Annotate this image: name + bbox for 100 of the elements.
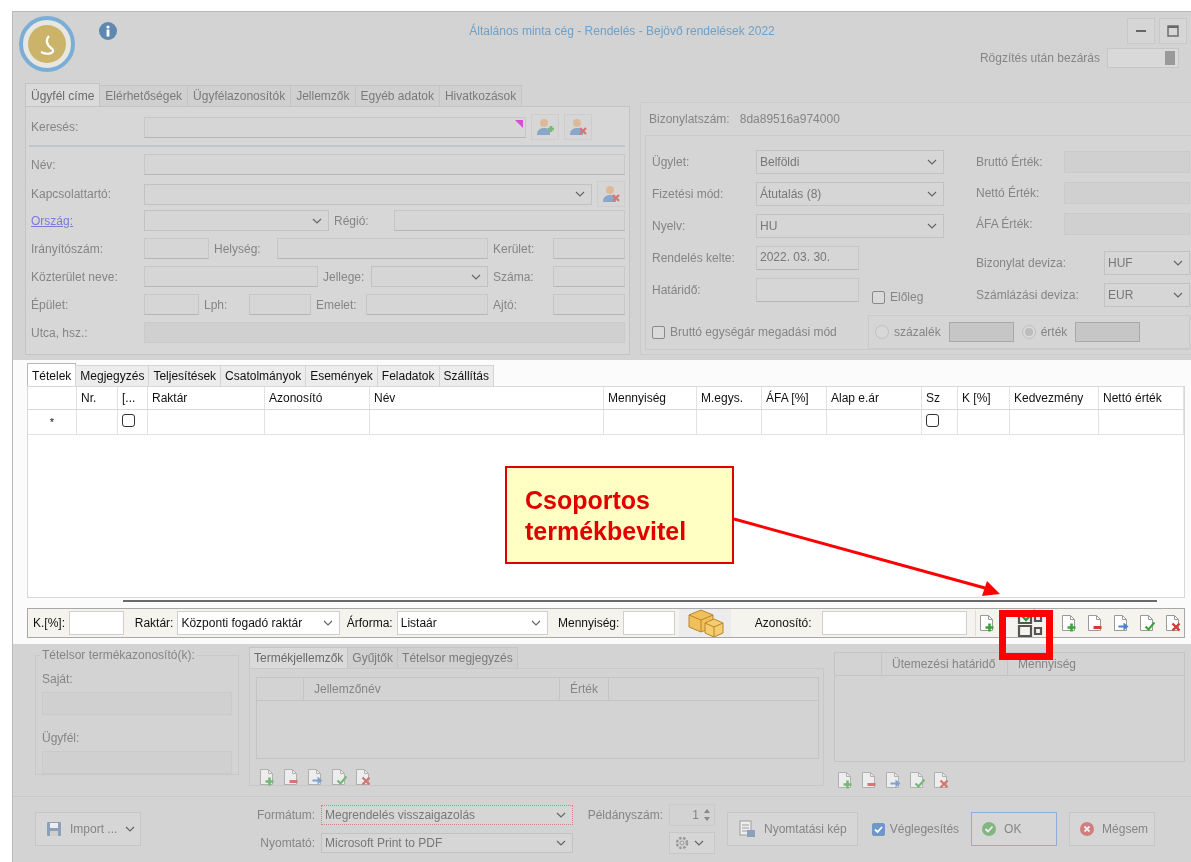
dropdown[interactable] bbox=[371, 266, 488, 288]
remove-customer-button[interactable] bbox=[564, 114, 592, 141]
checkbox[interactable] bbox=[872, 290, 885, 304]
date-field[interactable] bbox=[756, 278, 859, 303]
tab[interactable]: Tételsor megjegyzés bbox=[397, 646, 518, 668]
input-field[interactable] bbox=[553, 294, 625, 316]
price-form-dropdown[interactable]: Listaár bbox=[396, 611, 548, 636]
search-field[interactable] bbox=[144, 116, 526, 138]
input-field[interactable] bbox=[144, 266, 318, 288]
minimize-button[interactable] bbox=[1127, 18, 1155, 44]
checkbox[interactable] bbox=[926, 414, 939, 428]
tab[interactable]: Termékjellemzők bbox=[249, 646, 349, 668]
column-header[interactable]: Raktár bbox=[147, 387, 265, 410]
column-header[interactable]: [... bbox=[117, 387, 148, 410]
column-header[interactable]: Sz bbox=[921, 387, 958, 410]
column-header[interactable]: K [%] bbox=[957, 387, 1010, 410]
field-label: Raktár: bbox=[134, 616, 174, 631]
field-label: Példányszám: bbox=[586, 808, 663, 823]
date-field[interactable]: 2022. 03. 30. bbox=[756, 246, 859, 271]
field-label: Épület: bbox=[31, 297, 70, 312]
country-link[interactable]: Ország: bbox=[31, 213, 139, 228]
table-cell bbox=[761, 409, 827, 435]
tab[interactable]: Megjegyzés bbox=[75, 365, 150, 387]
tab[interactable]: Csatolmányok bbox=[220, 365, 307, 387]
tab[interactable]: Feladatok bbox=[376, 365, 440, 387]
checkbox[interactable] bbox=[652, 325, 665, 339]
dropdown[interactable]: Átutalás (8) bbox=[756, 182, 944, 207]
column-header[interactable]: Érték bbox=[560, 677, 609, 700]
column-header[interactable]: Kedvezmény bbox=[1009, 387, 1099, 410]
tab[interactable]: Tételek bbox=[27, 363, 77, 387]
input-field[interactable] bbox=[144, 154, 625, 176]
field-label: Azonosító: bbox=[754, 616, 812, 631]
input-field[interactable] bbox=[249, 294, 311, 316]
checkbox-label: Véglegesítés bbox=[889, 822, 960, 837]
column-header[interactable]: Jellemzőnév bbox=[304, 677, 560, 700]
input-field[interactable] bbox=[277, 238, 488, 260]
print-preview-button[interactable]: Nyomtatási kép bbox=[727, 812, 858, 847]
column-header[interactable]: Név bbox=[369, 387, 604, 410]
column-header[interactable]: Ütemezési határidő bbox=[882, 652, 1008, 675]
settings-button[interactable] bbox=[669, 832, 715, 855]
tab[interactable]: Események bbox=[305, 365, 378, 387]
ok-button[interactable]: OK bbox=[971, 812, 1058, 847]
dropdown[interactable] bbox=[144, 183, 592, 205]
caret-icon bbox=[556, 840, 566, 847]
field-label: Régió: bbox=[334, 213, 370, 228]
checkbox[interactable] bbox=[122, 414, 135, 428]
column-header[interactable]: Alap e.ár bbox=[826, 387, 922, 410]
maximize-button[interactable] bbox=[1159, 18, 1187, 44]
input-field[interactable] bbox=[1075, 322, 1141, 343]
field-label: Kapcsolattartó: bbox=[31, 187, 113, 202]
window-title: Általános minta cég - Rendelés - Bejövő rendelések 2022 bbox=[468, 24, 776, 38]
input-field[interactable] bbox=[394, 210, 625, 232]
column-header[interactable]: Azonosító bbox=[264, 387, 370, 410]
column-header[interactable]: Mennyiség bbox=[1008, 652, 1087, 675]
input-field[interactable] bbox=[144, 294, 199, 316]
copies-spinner[interactable]: 1 bbox=[669, 804, 715, 827]
add-customer-button[interactable] bbox=[531, 114, 559, 141]
tab[interactable]: Teljesítések bbox=[148, 365, 222, 387]
tab[interactable]: Ügyfél címe bbox=[25, 83, 101, 107]
currency-dropdown[interactable]: EUR bbox=[1104, 283, 1190, 308]
field-label: Rendelés kelte: bbox=[652, 251, 736, 266]
tab[interactable]: Hivatkozások bbox=[438, 85, 523, 107]
person-plus-icon bbox=[535, 117, 555, 138]
field-label: Ügylet: bbox=[652, 155, 691, 170]
dropdown[interactable]: HU bbox=[756, 214, 944, 239]
document-plus-icon bbox=[980, 614, 996, 632]
column-header[interactable]: Nr. bbox=[76, 387, 118, 410]
column-header[interactable]: M.egys. bbox=[696, 387, 762, 410]
document-check-icon bbox=[1139, 614, 1155, 632]
dropdown[interactable] bbox=[144, 210, 329, 232]
quantity-field[interactable] bbox=[623, 611, 676, 636]
discount-field[interactable] bbox=[69, 611, 124, 636]
toggle-switch[interactable] bbox=[1107, 48, 1179, 68]
caret-icon bbox=[556, 812, 566, 819]
column-header[interactable]: Mennyiség bbox=[603, 387, 697, 410]
field-label: Lph: bbox=[204, 297, 229, 312]
currency-dropdown[interactable]: HUF bbox=[1104, 251, 1190, 276]
remove-contact-button[interactable] bbox=[597, 181, 625, 208]
tab[interactable]: Gyűjtők bbox=[347, 646, 399, 668]
product-boxes-button[interactable] bbox=[679, 609, 731, 638]
printer-dropdown[interactable]: Microsoft Print to PDF bbox=[321, 833, 573, 854]
cancel-button[interactable]: Mégsem bbox=[1069, 812, 1156, 847]
input-field[interactable] bbox=[553, 238, 625, 260]
field-label: Számlázási deviza: bbox=[976, 288, 1080, 303]
document-check-icon bbox=[331, 769, 347, 787]
dropdown[interactable]: Belföldi bbox=[756, 150, 944, 175]
input-field[interactable] bbox=[948, 322, 1014, 343]
tab[interactable]: Szállítás bbox=[438, 365, 494, 387]
code-field[interactable] bbox=[821, 611, 967, 636]
format-dropdown[interactable]: Megrendelés visszaigazolás bbox=[321, 805, 573, 826]
column-header[interactable]: Nettó érték bbox=[1098, 387, 1184, 410]
checkbox[interactable] bbox=[871, 822, 885, 836]
warehouse-dropdown[interactable]: Központi fogadó raktár bbox=[177, 611, 340, 636]
input-field[interactable] bbox=[366, 294, 488, 316]
column-header[interactable]: ÁFA [%] bbox=[761, 387, 827, 410]
input-field[interactable] bbox=[553, 266, 625, 288]
import-button[interactable]: Import ... bbox=[35, 812, 141, 847]
info-icon bbox=[99, 22, 117, 40]
radio-button[interactable] bbox=[1021, 325, 1036, 340]
input-field[interactable] bbox=[144, 238, 209, 260]
